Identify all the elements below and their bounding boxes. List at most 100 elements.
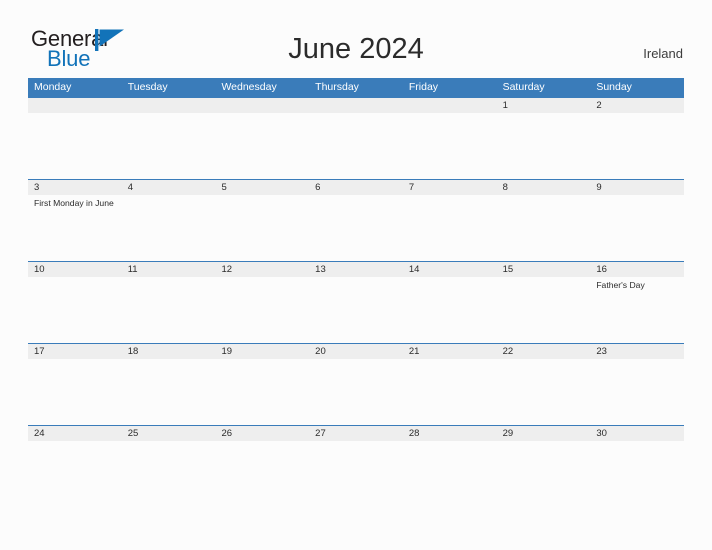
day-number[interactable]: 19	[215, 344, 309, 359]
day-number[interactable]: 15	[497, 262, 591, 277]
day-cell[interactable]	[28, 441, 122, 507]
day-cell[interactable]	[403, 441, 497, 507]
calendar-week-row: 3 4 5 6 7 8 9 First Monday in June	[28, 179, 684, 261]
week-event-band: Father's Day	[28, 277, 684, 343]
day-number[interactable]: 25	[122, 426, 216, 441]
day-number[interactable]: 21	[403, 344, 497, 359]
day-number[interactable]: 12	[215, 262, 309, 277]
week-date-band: 1 2	[28, 97, 684, 113]
day-number[interactable]: 29	[497, 426, 591, 441]
day-cell[interactable]: Father's Day	[590, 277, 684, 343]
day-number[interactable]: 17	[28, 344, 122, 359]
day-cell[interactable]	[122, 195, 216, 261]
week-event-band	[28, 359, 684, 425]
day-cell[interactable]	[122, 277, 216, 343]
calendar-grid: Monday Tuesday Wednesday Thursday Friday…	[28, 78, 684, 507]
day-cell[interactable]	[590, 441, 684, 507]
week-date-band: 24 25 26 27 28 29 30	[28, 425, 684, 441]
day-number[interactable]: 20	[309, 344, 403, 359]
day-cell[interactable]	[403, 359, 497, 425]
day-number[interactable]: 6	[309, 180, 403, 195]
day-cell[interactable]: First Monday in June	[28, 195, 122, 261]
day-number[interactable]: 18	[122, 344, 216, 359]
day-number[interactable]	[28, 98, 122, 113]
day-number[interactable]: 16	[590, 262, 684, 277]
day-cell[interactable]	[309, 359, 403, 425]
day-number[interactable]	[215, 98, 309, 113]
day-number[interactable]: 27	[309, 426, 403, 441]
weekday-monday: Monday	[34, 81, 72, 93]
week-event-band: First Monday in June	[28, 195, 684, 261]
week-date-band: 10 11 12 13 14 15 16	[28, 261, 684, 277]
day-cell[interactable]	[497, 195, 591, 261]
day-number[interactable]: 28	[403, 426, 497, 441]
day-cell[interactable]	[403, 113, 497, 179]
weekday-wednesday: Wednesday	[221, 81, 277, 93]
week-date-band: 3 4 5 6 7 8 9	[28, 179, 684, 195]
day-number[interactable]: 11	[122, 262, 216, 277]
day-number[interactable]: 2	[590, 98, 684, 113]
day-cell[interactable]	[403, 277, 497, 343]
day-number[interactable]: 13	[309, 262, 403, 277]
day-number[interactable]: 3	[28, 180, 122, 195]
day-number[interactable]: 14	[403, 262, 497, 277]
day-cell[interactable]	[590, 359, 684, 425]
day-cell[interactable]	[497, 359, 591, 425]
weekday-friday: Friday	[408, 81, 439, 93]
day-cell[interactable]	[215, 441, 309, 507]
day-cell[interactable]	[309, 113, 403, 179]
day-event: Father's Day	[596, 280, 645, 290]
day-number[interactable]: 23	[590, 344, 684, 359]
day-cell[interactable]	[28, 113, 122, 179]
day-cell[interactable]	[590, 113, 684, 179]
day-cell[interactable]	[215, 277, 309, 343]
day-cell[interactable]	[497, 441, 591, 507]
day-cell[interactable]	[309, 277, 403, 343]
weekday-sunday: Sunday	[596, 81, 632, 93]
day-cell[interactable]	[497, 277, 591, 343]
day-number[interactable]: 7	[403, 180, 497, 195]
region-label: Ireland	[643, 46, 683, 61]
day-number[interactable]: 22	[497, 344, 591, 359]
weekday-tuesday: Tuesday	[127, 81, 168, 93]
calendar-week-row: 1 2	[28, 97, 684, 179]
page-header: General Blue June 2024 Ireland	[0, 0, 712, 78]
day-number[interactable]: 1	[497, 98, 591, 113]
day-cell[interactable]	[497, 113, 591, 179]
day-number[interactable]	[403, 98, 497, 113]
day-number[interactable]: 8	[497, 180, 591, 195]
calendar-week-row: 24 25 26 27 28 29 30	[28, 425, 684, 507]
day-number[interactable]: 30	[590, 426, 684, 441]
day-event: First Monday in June	[34, 198, 114, 208]
week-date-band: 17 18 19 20 21 22 23	[28, 343, 684, 359]
day-cell[interactable]	[403, 195, 497, 261]
day-cell[interactable]	[590, 195, 684, 261]
page-title: June 2024	[288, 33, 424, 65]
day-cell[interactable]	[309, 441, 403, 507]
day-cell[interactable]	[215, 195, 309, 261]
day-number[interactable]	[309, 98, 403, 113]
calendar-week-row: 17 18 19 20 21 22 23	[28, 343, 684, 425]
day-cell[interactable]	[215, 113, 309, 179]
calendar-weekday-header: Monday Tuesday Wednesday Thursday Friday…	[28, 78, 684, 97]
day-number[interactable]: 5	[215, 180, 309, 195]
weekday-saturday: Saturday	[502, 81, 545, 93]
day-number[interactable]	[122, 98, 216, 113]
calendar-page: General Blue June 2024 Ireland Monday Tu…	[0, 0, 712, 550]
weekday-thursday: Thursday	[315, 81, 359, 93]
day-number[interactable]: 4	[122, 180, 216, 195]
day-cell[interactable]	[28, 277, 122, 343]
day-number[interactable]: 9	[590, 180, 684, 195]
day-cell[interactable]	[309, 195, 403, 261]
week-event-band	[28, 441, 684, 507]
day-cell[interactable]	[215, 359, 309, 425]
day-number[interactable]: 24	[28, 426, 122, 441]
day-number[interactable]: 26	[215, 426, 309, 441]
day-cell[interactable]	[122, 359, 216, 425]
day-cell[interactable]	[122, 113, 216, 179]
calendar-week-row: 10 11 12 13 14 15 16 Father's Day	[28, 261, 684, 343]
day-number[interactable]: 10	[28, 262, 122, 277]
day-cell[interactable]	[28, 359, 122, 425]
week-event-band	[28, 113, 684, 179]
day-cell[interactable]	[122, 441, 216, 507]
